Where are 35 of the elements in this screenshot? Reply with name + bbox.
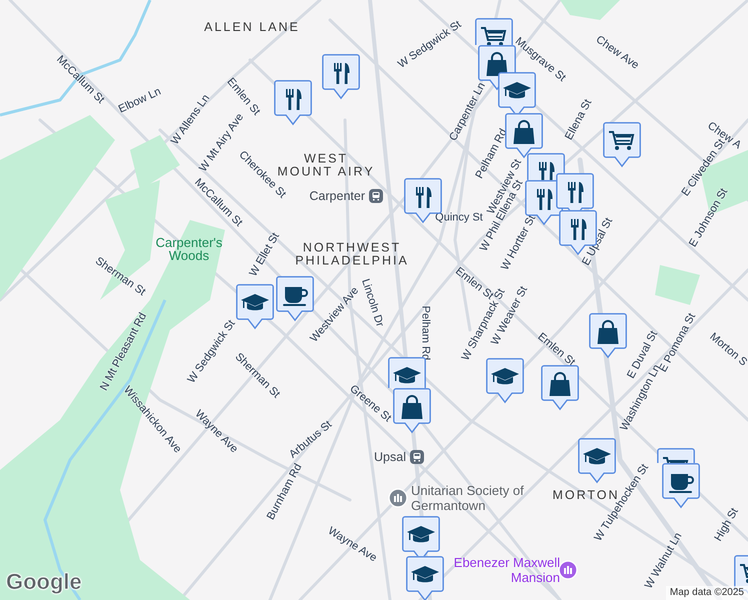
graduation-cap-marker-icon[interactable] bbox=[236, 284, 274, 330]
fork-knife-marker-icon[interactable] bbox=[556, 173, 594, 210]
cart-marker-icon[interactable] bbox=[475, 18, 513, 45]
park-label: Carpenter's Woods bbox=[154, 236, 224, 262]
fork-knife-marker-icon[interactable] bbox=[274, 80, 312, 126]
cup-marker-icon[interactable] bbox=[662, 463, 700, 509]
neighborhood-label: WEST MOUNT AIRY bbox=[276, 152, 376, 178]
bag-marker-icon[interactable] bbox=[541, 365, 579, 411]
neighborhood-label: NORTHWEST PHILADELPHIA bbox=[294, 242, 410, 266]
cart-marker-icon[interactable] bbox=[603, 122, 641, 168]
graduation-cap-marker-icon[interactable] bbox=[486, 358, 524, 404]
graduation-cap-marker-icon[interactable] bbox=[498, 72, 536, 113]
park-area bbox=[560, 0, 620, 20]
place-label[interactable]: Unitarian Society of Germantown bbox=[411, 483, 531, 513]
train-icon[interactable] bbox=[410, 450, 424, 464]
station-label: Upsal bbox=[374, 450, 406, 464]
bag-marker-icon[interactable] bbox=[589, 313, 627, 359]
cart-marker-icon[interactable] bbox=[657, 448, 695, 463]
street-label: Lincoln Dr bbox=[359, 278, 385, 328]
museum-pin-icon[interactable] bbox=[558, 560, 578, 580]
fork-knife-marker-icon[interactable] bbox=[322, 54, 360, 100]
place-label[interactable]: Ebenezer Maxwell Mansion bbox=[450, 555, 560, 585]
park-area bbox=[655, 265, 700, 305]
street-label: Elbow Ln bbox=[117, 86, 163, 116]
map-attribution: Map data ©2025 bbox=[666, 586, 748, 600]
bag-marker-icon[interactable] bbox=[505, 113, 543, 159]
train-icon[interactable] bbox=[369, 189, 383, 203]
graduation-cap-marker-icon[interactable] bbox=[402, 516, 440, 556]
fork-knife-marker-icon[interactable] bbox=[527, 153, 565, 180]
neighborhood-label: ALLEN LANE bbox=[204, 20, 300, 34]
bag-marker-icon[interactable] bbox=[393, 388, 431, 434]
graduation-cap-marker-icon[interactable] bbox=[406, 556, 444, 600]
street-label: Quincy St bbox=[435, 212, 483, 224]
station-label: Carpenter bbox=[309, 190, 365, 202]
google-logo[interactable]: Google bbox=[6, 565, 82, 598]
